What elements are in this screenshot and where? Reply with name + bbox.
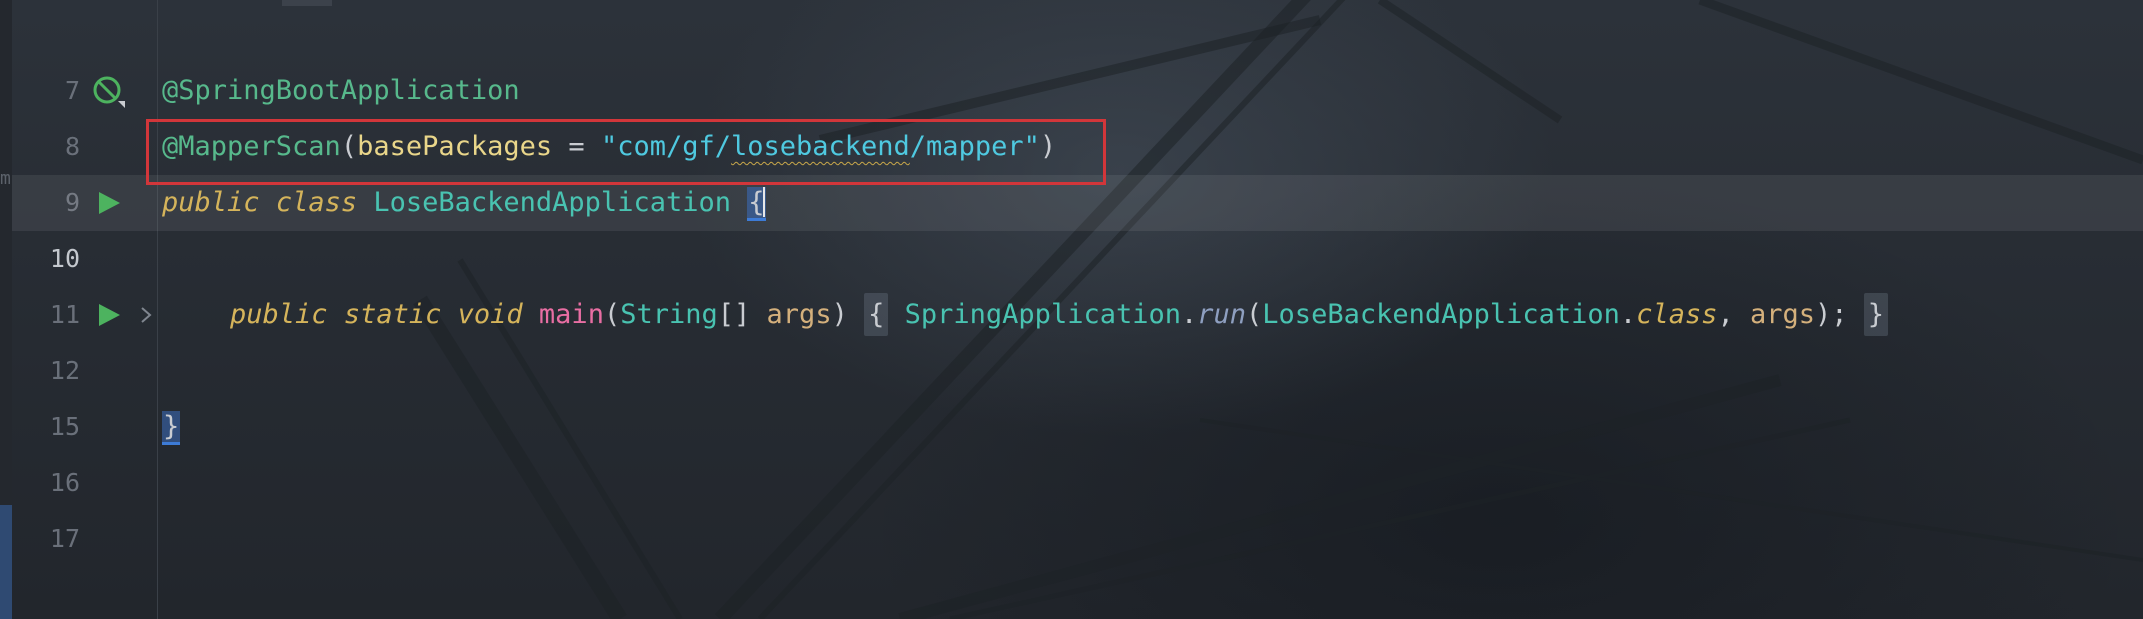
annotation-token: @MapperScan xyxy=(162,131,341,162)
paren-token: ( xyxy=(603,299,621,330)
paren-token: ( xyxy=(340,131,358,162)
left-tool-strip: m xyxy=(0,0,12,619)
method-name-token: main xyxy=(538,299,604,330)
code-text[interactable]: @MapperScan(basePackages = "com/gf/loseb… xyxy=(162,119,1056,175)
tool-strip-accent xyxy=(0,505,12,619)
comma-token: , xyxy=(1717,299,1750,330)
type-token: String xyxy=(620,299,718,330)
line-number: 17 xyxy=(49,524,80,553)
fold-chevron-right-icon[interactable] xyxy=(136,304,156,326)
code-line-7[interactable]: 7 xyxy=(12,7,2143,105)
tool-window-label-fragment: m xyxy=(0,168,11,189)
class-name-token: LoseBackendApplication xyxy=(373,187,731,218)
operator-token: = xyxy=(552,131,601,162)
class-name-token: LoseBackendApplication xyxy=(1262,299,1620,330)
code-editor[interactable]: m 7 8 @SpringBootApplication 9 @MapperSc… xyxy=(0,0,2143,619)
code-line-11[interactable]: 11 xyxy=(12,231,2143,329)
matched-brace-token: } xyxy=(162,411,181,445)
text-caret xyxy=(762,187,765,217)
code-line-8[interactable]: 8 @SpringBootApplication xyxy=(12,63,2143,161)
code-line-9[interactable]: 9 @MapperScan(basePackages = "com/gf/los… xyxy=(12,119,2143,217)
annotation-token: @SpringBootApplication xyxy=(162,75,520,106)
dot-token: . xyxy=(1180,299,1198,330)
run-gutter-icon[interactable] xyxy=(96,302,122,328)
code-line-12[interactable]: 12 public static void main(String[] args… xyxy=(12,287,2143,385)
brackets-token: [] xyxy=(717,299,751,330)
code-text[interactable]: @SpringBootApplication xyxy=(162,63,520,119)
code-line-16[interactable]: 16 } xyxy=(12,399,2143,497)
static-method-token: run xyxy=(1197,299,1247,330)
spring-bean-no-entry-icon[interactable] xyxy=(92,75,126,109)
scroll-stub xyxy=(282,0,332,6)
paren-token: ); xyxy=(1815,299,1848,330)
string-token: "com/gf/ xyxy=(600,131,731,162)
run-gutter-icon[interactable] xyxy=(96,190,122,216)
code-text[interactable]: public static void main(String[] args) {… xyxy=(230,287,1889,343)
param-name-token: basePackages xyxy=(357,131,553,162)
keyword-token: void xyxy=(457,299,523,330)
string-typo-token: losebackend xyxy=(730,131,910,162)
argument-token: args xyxy=(1749,299,1816,330)
code-line-17[interactable]: 17 xyxy=(12,455,2143,553)
code-line-10[interactable]: 10 public class LoseBackendApplication { xyxy=(12,175,2143,273)
keyword-token: public xyxy=(230,299,328,330)
string-token: /mapper" xyxy=(909,131,1040,162)
keyword-token: class xyxy=(275,187,358,218)
paren-token: ( xyxy=(1246,299,1263,330)
dot-token: . xyxy=(1619,299,1637,330)
paren-token: ) xyxy=(831,299,848,330)
keyword-token: public xyxy=(162,187,260,218)
code-line-15[interactable]: 15 xyxy=(12,343,2143,441)
param-name-token: args xyxy=(766,299,832,330)
keyword-token: static xyxy=(343,299,442,330)
keyword-token: class xyxy=(1636,299,1718,330)
folded-region-close[interactable]: } xyxy=(1863,293,1889,336)
folded-region-open[interactable]: { xyxy=(864,293,889,336)
code-text[interactable]: } xyxy=(162,399,181,455)
class-name-token: SpringApplication xyxy=(904,299,1181,330)
code-text[interactable]: public class LoseBackendApplication { xyxy=(162,175,766,231)
paren-token: ) xyxy=(1039,131,1057,162)
